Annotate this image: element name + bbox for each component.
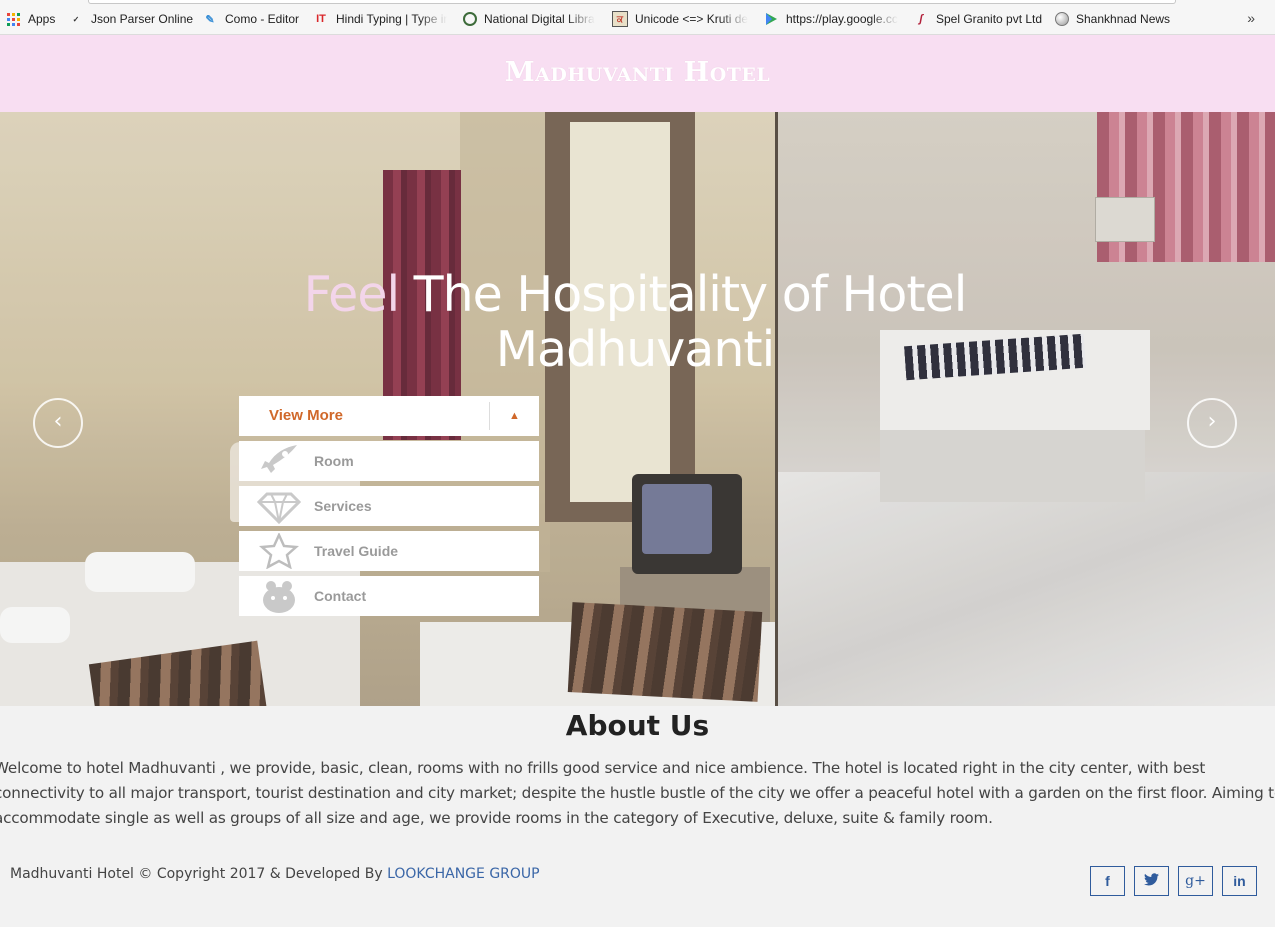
developer-link[interactable]: LOOKCHANGE GROUP xyxy=(387,866,540,882)
menu-divider xyxy=(489,402,490,430)
slider-next-button[interactable]: › xyxy=(1187,398,1237,448)
site-header: Madhuvanti Hotel xyxy=(0,35,1275,112)
json-icon: ✓ xyxy=(72,14,80,24)
diamond-icon xyxy=(257,488,301,524)
bookmark-json-parser[interactable]: ✓ Json Parser Online xyxy=(68,9,198,29)
hero-slider: Feel The Hospitality of Hotel Madhuvanti… xyxy=(0,112,1275,706)
spel-icon: ʃ xyxy=(919,13,923,25)
menu-item-label: Contact xyxy=(314,588,367,604)
hero-title: Feel The Hospitality of Hotel Madhuvanti xyxy=(240,267,1030,377)
play-icon xyxy=(763,11,779,27)
bookmark-spel-granito[interactable]: ʃ Spel Granito pvt Ltd xyxy=(913,9,1048,29)
ball-icon xyxy=(1055,12,1069,26)
facebook-icon: f xyxy=(1105,873,1110,889)
it-icon: IT xyxy=(316,13,326,25)
menu-item-travel-guide[interactable]: Travel Guide xyxy=(239,531,539,571)
view-more-toggle[interactable]: View More ▲ xyxy=(239,396,539,436)
bookmark-unicode-kruti[interactable]: ਕ Unicode <=> Kruti de xyxy=(612,9,752,29)
menu-item-label: Travel Guide xyxy=(314,543,399,559)
linkedin-button[interactable]: in xyxy=(1222,866,1257,896)
apps-grid-icon xyxy=(5,11,21,27)
bear-icon xyxy=(257,578,301,614)
rocket-icon xyxy=(257,443,301,479)
twitter-button[interactable] xyxy=(1134,866,1169,896)
bookmark-label: Spel Granito pvt Ltd xyxy=(936,12,1043,26)
menu-item-label: Room xyxy=(314,453,354,469)
hero-title-highlight: Feel xyxy=(303,266,400,323)
hero-title-rest: The Hospitality of Hotel Madhuvanti xyxy=(399,266,968,378)
bookmark-apps[interactable]: Apps xyxy=(5,9,75,29)
feather-icon: ✎ xyxy=(205,13,215,26)
bookmark-google-play[interactable]: https://play.google.cc xyxy=(763,9,903,29)
bookmark-shankhnad-news[interactable]: Shankhnad News xyxy=(1055,9,1177,29)
omnibox-edge xyxy=(88,0,1176,4)
bookmarks-overflow-button[interactable]: » xyxy=(1247,10,1255,26)
footer-copyright: Madhuvanti Hotel © Copyright 2017 & Deve… xyxy=(10,866,540,882)
twitter-icon xyxy=(1144,873,1159,889)
menu-item-label: Services xyxy=(314,498,372,514)
bookmark-hindi-typing[interactable]: IT Hindi Typing | Type ir xyxy=(313,9,453,29)
bookmark-como-editor[interactable]: ✎ Como - Editor xyxy=(202,9,307,29)
bookmark-label: Hindi Typing | Type ir xyxy=(336,12,448,26)
copyright-text: Madhuvanti Hotel © Copyright 2017 & Deve… xyxy=(10,866,388,882)
menu-item-services[interactable]: Services xyxy=(239,486,539,526)
view-more-menu: View More ▲ Room Services Travel Guide C… xyxy=(239,396,539,621)
linkedin-icon: in xyxy=(1233,873,1246,889)
bookmark-label: Como - Editor xyxy=(225,12,300,26)
star-icon xyxy=(257,533,301,569)
chevron-right-icon: › xyxy=(1207,409,1217,434)
bookmarks-bar: Apps ✓ Json Parser Online ✎ Como - Edito… xyxy=(0,0,1275,35)
bookmark-label: National Digital Libra xyxy=(484,12,595,26)
google-plus-icon: g+ xyxy=(1185,873,1206,889)
about-text: Welcome to hotel Madhuvanti , we provide… xyxy=(0,759,1275,827)
slider-prev-button[interactable]: ‹ xyxy=(33,398,83,448)
bookmark-label: Shankhnad News xyxy=(1076,12,1171,26)
google-plus-button[interactable]: g+ xyxy=(1178,866,1213,896)
chevron-left-icon: ‹ xyxy=(53,409,63,434)
about-title: About Us xyxy=(565,709,710,742)
bookmark-national-digital-library[interactable]: National Digital Libra xyxy=(463,9,600,29)
facebook-button[interactable]: f xyxy=(1090,866,1125,896)
view-more-label: View More xyxy=(269,407,343,424)
kruti-icon: ਕ xyxy=(612,11,628,27)
bookmark-label: Apps xyxy=(28,12,56,26)
bookmark-label: Json Parser Online xyxy=(91,12,194,26)
brand-logo[interactable]: Madhuvanti Hotel xyxy=(0,57,1275,88)
globe-icon xyxy=(463,12,477,26)
caret-up-icon: ▲ xyxy=(509,410,520,422)
bookmark-label: Unicode <=> Kruti de xyxy=(635,12,749,26)
menu-item-contact[interactable]: Contact xyxy=(239,576,539,616)
menu-item-room[interactable]: Room xyxy=(239,441,539,481)
bookmark-label: https://play.google.cc xyxy=(786,12,898,26)
